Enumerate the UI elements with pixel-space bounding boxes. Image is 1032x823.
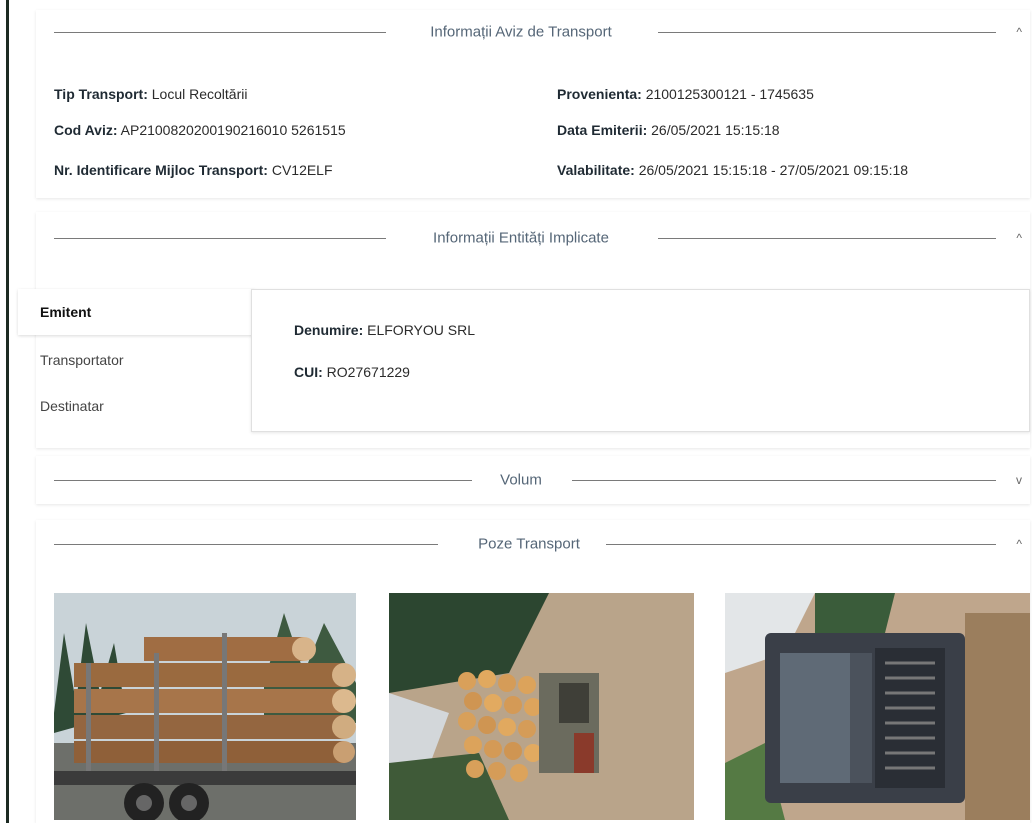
divider-line xyxy=(606,544,996,545)
tab-emitent[interactable]: Emitent xyxy=(18,289,255,335)
valabilitate-value: 26/05/2021 15:15:18 - 27/05/2021 09:15:1… xyxy=(638,162,909,178)
entitati-section-header[interactable]: Informații Entități Implicate ^ xyxy=(36,216,1030,260)
divider-line xyxy=(658,238,996,239)
valabilitate-field: Valabilitate: 26/05/2021 15:15:18 - 27/0… xyxy=(557,162,908,178)
nr-identificare-value: CV12ELF xyxy=(271,162,333,178)
cui-label: CUI: xyxy=(294,364,323,380)
cui-value: RO27671229 xyxy=(326,364,410,380)
tip-transport-field: Tip Transport: Locul Recoltării xyxy=(54,86,247,102)
cod-aviz-field: Cod Aviz: AP2100820200190216010 5261515 xyxy=(54,122,346,138)
data-emiterii-label: Data Emiterii: xyxy=(557,122,648,138)
tip-transport-label: Tip Transport: xyxy=(54,86,148,102)
denumire-label: Denumire: xyxy=(294,322,364,338)
chevron-up-icon[interactable]: ^ xyxy=(1016,537,1022,551)
data-emiterii-value: 26/05/2021 15:15:18 xyxy=(651,122,780,138)
poze-section-header[interactable]: Poze Transport ^ xyxy=(36,522,1030,566)
tip-transport-value: Locul Recoltării xyxy=(151,86,248,102)
volum-section-title: Volum xyxy=(500,471,542,489)
tab-destinatar[interactable]: Destinatar xyxy=(18,383,255,429)
divider-line xyxy=(54,32,386,33)
divider-line xyxy=(572,480,996,481)
entitate-details: Denumire: ELFORYOU SRL CUI: RO27671229 xyxy=(251,289,1030,432)
denumire-value: ELFORYOU SRL xyxy=(367,322,476,338)
log-trailer-photo[interactable] xyxy=(389,593,694,820)
provenienta-label: Provenienta: xyxy=(557,86,642,102)
entitati-tabs: Emitent Transportator Destinatar xyxy=(18,289,255,429)
chevron-up-icon[interactable]: ^ xyxy=(1016,25,1022,39)
log-truck-photo[interactable] xyxy=(54,593,356,820)
aviz-section-header[interactable]: Informații Aviz de Transport ^ xyxy=(36,10,1030,54)
nr-identificare-label: Nr. Identificare Mijloc Transport: xyxy=(54,162,268,178)
divider-line xyxy=(658,32,996,33)
cod-aviz-label: Cod Aviz: xyxy=(54,122,118,138)
data-emiterii-field: Data Emiterii: 26/05/2021 15:15:18 xyxy=(557,122,780,138)
chevron-down-icon[interactable]: v xyxy=(1016,473,1022,487)
poze-section-title: Poze Transport xyxy=(478,535,580,553)
chevron-up-icon[interactable]: ^ xyxy=(1016,231,1022,245)
volum-section-header[interactable]: Volum v xyxy=(36,458,1030,502)
cui-field: CUI: RO27671229 xyxy=(294,364,410,380)
divider-line xyxy=(54,544,438,545)
truck-cab-photo[interactable] xyxy=(725,593,1030,820)
aviz-section-title: Informații Aviz de Transport xyxy=(430,23,612,41)
divider-line xyxy=(54,480,472,481)
valabilitate-label: Valabilitate: xyxy=(557,162,635,178)
denumire-field: Denumire: ELFORYOU SRL xyxy=(294,322,475,338)
cod-aviz-value: AP2100820200190216010 5261515 xyxy=(120,122,346,138)
window-left-edge xyxy=(0,0,9,823)
divider-line xyxy=(54,238,386,239)
nr-identificare-field: Nr. Identificare Mijloc Transport: CV12E… xyxy=(54,162,333,178)
entitati-section-title: Informații Entități Implicate xyxy=(433,229,609,247)
provenienta-value: 2100125300121 - 1745635 xyxy=(645,86,814,102)
entitati-panel: Emitent Transportator Destinatar Denumir… xyxy=(18,289,1030,436)
volum-section: Volum v xyxy=(36,456,1030,504)
provenienta-field: Provenienta: 2100125300121 - 1745635 xyxy=(557,86,814,102)
tab-transportator[interactable]: Transportator xyxy=(18,337,255,383)
